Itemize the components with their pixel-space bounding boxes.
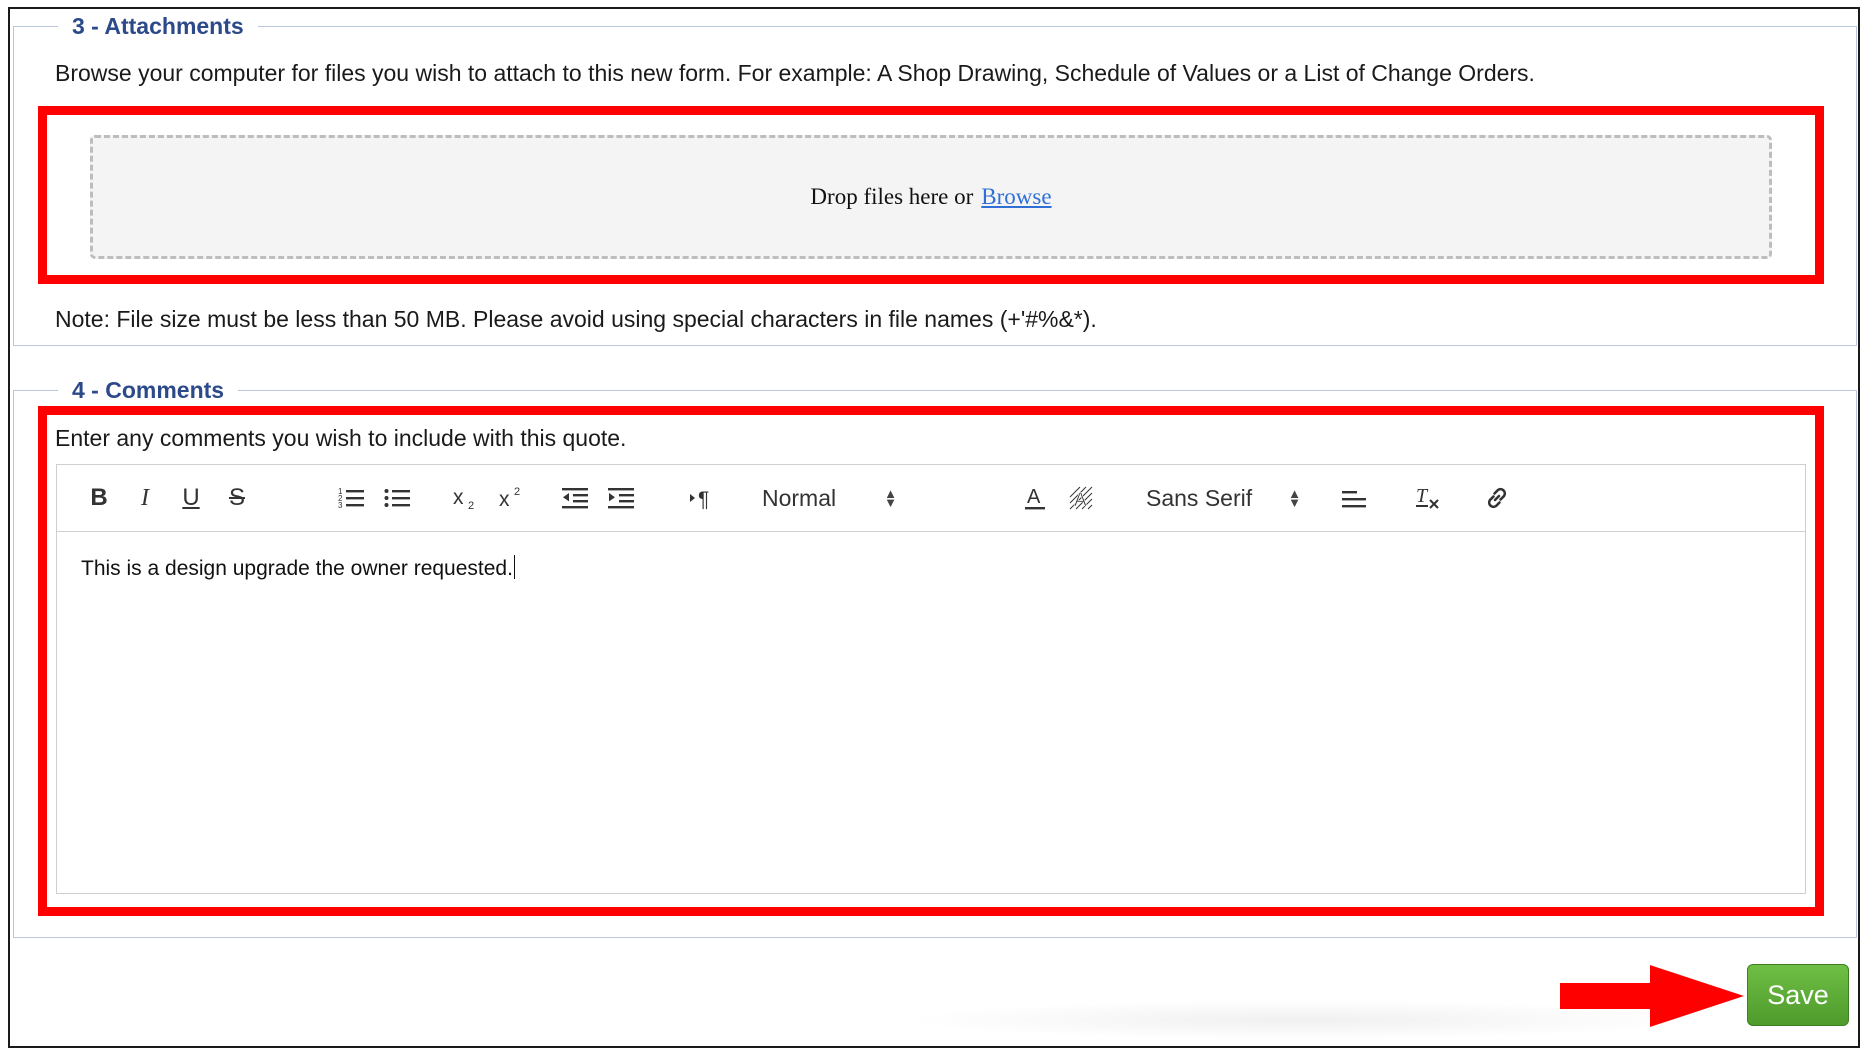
comments-legend: 4 - Comments [58,375,239,405]
highlight-box-comments [38,406,1824,916]
highlight-box-dropzone [38,106,1824,284]
file-size-note: Note: File size must be less than 50 MB.… [55,306,1097,332]
annotation-arrow-icon [1560,965,1744,1027]
attachments-instructions: Browse your computer for files you wish … [55,60,1535,86]
save-button[interactable]: Save [1747,964,1849,1026]
attachments-legend: 3 - Attachments [58,11,258,41]
